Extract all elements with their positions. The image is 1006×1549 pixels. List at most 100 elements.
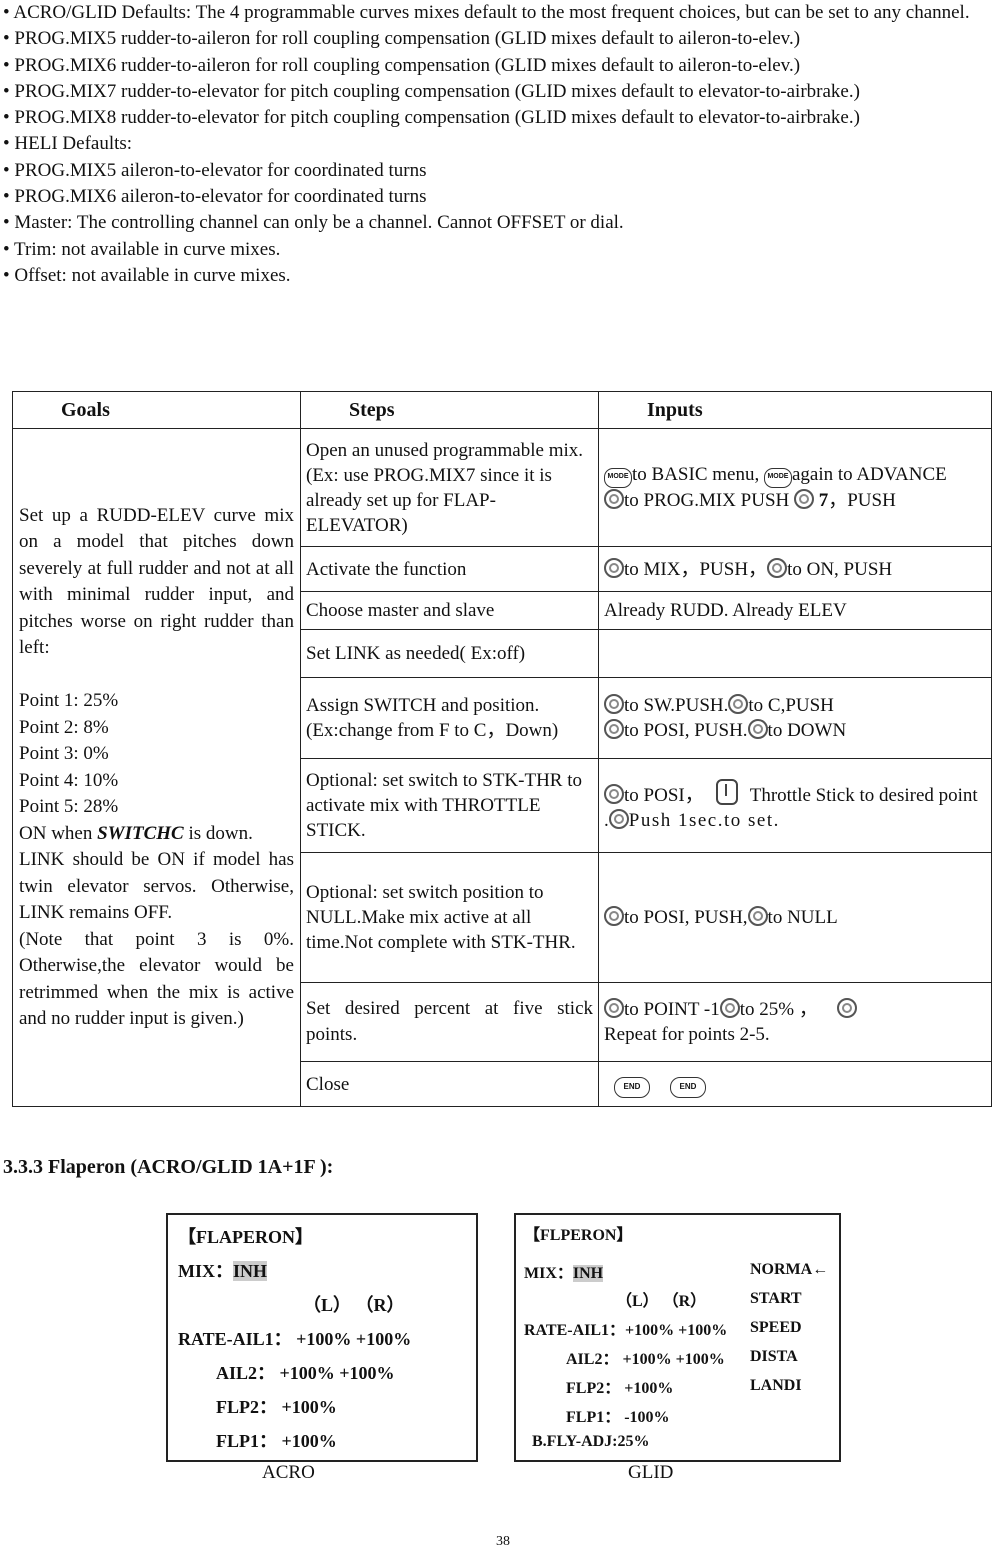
bullet: • Trim: not available in curve mixes. — [3, 238, 281, 260]
bullet: • PROG.MIX7 rudder-to-elevator for pitch… — [3, 80, 860, 102]
dial-push-icon — [836, 998, 857, 1018]
mode-button-icon: MODE — [763, 468, 792, 488]
acro-lcd-screen: 【FLAPERON】 MIX：INH （L） （R） RATE-AIL1： +1… — [166, 1213, 478, 1462]
bullet: • Offset: not available in curve mixes. — [3, 264, 291, 286]
bullet: • PROG.MIX6 aileron-to-elevator for coor… — [3, 186, 427, 208]
lcd-value: INH — [572, 1265, 604, 1282]
end-button-icon: END — [614, 1076, 650, 1098]
goal-intro: Set up a RUDD-ELEV curve mix on a model … — [19, 504, 294, 659]
lcd-row: AIL2： +100% +100% — [216, 1363, 395, 1383]
input-text: ，PUSH — [828, 490, 896, 511]
input-text: again to ADVANCE — [791, 464, 947, 485]
step: Assign SWITCH and position.(Ex:change fr… — [300, 677, 599, 759]
step: Set desired percent at five stick points… — [300, 982, 599, 1062]
point: Point 5: 28% — [19, 796, 119, 817]
header-steps: Steps — [300, 391, 599, 429]
input-text: to POSI, PUSH, — [624, 907, 748, 928]
end-button-icon: END — [670, 1076, 706, 1098]
page-number: 38 — [496, 1534, 510, 1549]
dial-icon — [767, 557, 788, 578]
lcd-row: FLP1： -100% — [566, 1409, 670, 1426]
lcd-row: FLP1： +100% — [216, 1431, 337, 1451]
point: Point 3: 0% — [19, 743, 109, 764]
input-text: to BASIC menu, — [632, 464, 764, 485]
is-down: is down. — [183, 822, 253, 844]
input-text: Repeat for points 2-5. — [604, 1024, 770, 1045]
throttle-stick-icon — [715, 778, 738, 805]
dial-icon — [604, 998, 624, 1018]
input-text: to PROG.MIX PUSH — [624, 490, 794, 511]
input-text: to ON, PUSH — [787, 558, 893, 580]
lcd-mode: DISTA — [750, 1348, 798, 1365]
header-inputs: Inputs — [598, 391, 992, 429]
lcd-mode: NORMA← — [750, 1261, 829, 1278]
dial-icon — [793, 489, 814, 509]
dial-icon — [604, 489, 624, 509]
on-when: ON when — [19, 822, 98, 844]
input-text: to 25% ， — [739, 999, 818, 1020]
lcd-lr: （L） （R） — [616, 1293, 707, 1310]
input: to POSI, PUSH, to NULL — [598, 852, 992, 983]
glid-caption: GLID — [628, 1462, 674, 1483]
lcd-mode: START — [750, 1290, 802, 1307]
lcd-label: MIX： — [178, 1261, 233, 1281]
step: Set LINK as needed( Ex:off) — [300, 629, 599, 678]
point3-note: (Note that point 3 is 0%. Otherwise,the … — [19, 928, 294, 1030]
dial-icon — [604, 906, 624, 926]
point: Point 1: 25% — [19, 690, 119, 711]
dial-icon — [604, 694, 624, 714]
input: to POINT -1 to 25% ， Repeat for points 2-… — [598, 982, 992, 1062]
document-page: • ACRO/GLID Defaults: The 4 programmable… — [0, 0, 1006, 1549]
lcd-title: 【FLPERON】 — [524, 1227, 633, 1244]
lcd-row: FLP2： +100% — [566, 1380, 674, 1397]
dial-icon — [747, 906, 768, 926]
bullet: • PROG.MIX5 aileron-to-elevator for coor… — [3, 159, 427, 181]
bullet: • HELI Defaults: — [3, 133, 133, 155]
input-text: Push 1sec.to set. — [628, 809, 780, 831]
lcd-row: FLP2： +100% — [216, 1397, 337, 1417]
bullet: • PROG.MIX5 rudder-to-aileron for roll c… — [3, 28, 801, 50]
dial-icon — [719, 998, 740, 1018]
step: Open an unused programmable mix.(Ex: use… — [300, 428, 599, 547]
input-text: to NULL — [767, 907, 838, 928]
input: to SW.PUSH. to C,PUSH to POSI, PUSH. to DOW… — [598, 677, 992, 759]
input-text: 7 — [813, 490, 829, 511]
input: MODE to BASIC menu, MODE again to ADVANCE … — [598, 428, 992, 547]
dial-icon — [747, 719, 768, 739]
input: Already RUDD. Already ELEV — [598, 591, 992, 630]
input-text: to DOWN — [767, 720, 847, 741]
lcd-value: INH — [233, 1261, 268, 1281]
dial-icon — [728, 694, 749, 714]
dial-push-icon — [608, 808, 629, 829]
input-text: to MIX，PUSH， — [624, 558, 768, 580]
section-title: 3.3.3 Flaperon (ACRO/GLID 1A+1F ): — [3, 1156, 334, 1178]
bullet: • ACRO/GLID Defaults: The 4 programmable… — [3, 2, 970, 23]
lcd-row: RATE-AIL1：+100% +100% — [524, 1322, 728, 1339]
step: Activate the function — [300, 546, 599, 592]
bullet-list: • ACRO/GLID Defaults: The 4 programmable… — [3, 0, 1002, 289]
input-text: to POINT -1 — [624, 999, 720, 1020]
steps-table: Goals Steps Inputs Set up a RUDD-ELEV cu… — [12, 391, 992, 1107]
point: Point 2: 8% — [19, 716, 109, 738]
input: to POSI， Throttle Stick to desired point … — [598, 758, 992, 853]
lcd-label: MIX： — [524, 1265, 573, 1282]
step: Optional: set switch position to NULL.Ma… — [300, 852, 599, 983]
input: to MIX，PUSH， to ON, PUSH — [598, 546, 992, 592]
input — [598, 629, 992, 678]
lcd-row: RATE-AIL1： +100% +100% — [178, 1329, 412, 1349]
dial-icon — [604, 783, 624, 804]
point: Point 4: 10% — [19, 769, 119, 791]
input-text: to POSI， — [624, 784, 704, 806]
mode-button-icon: MODE — [604, 468, 632, 488]
lcd-mode: LANDI — [750, 1377, 802, 1394]
lcd-mode: SPEED — [750, 1319, 802, 1336]
bullet: • PROG.MIX6 rudder-to-aileron for roll c… — [3, 54, 801, 76]
lcd-row: B.FLY-ADJ:25% — [532, 1433, 650, 1450]
lcd-row: AIL2： +100% +100% — [566, 1351, 725, 1368]
bullet: • Master: The controlling channel can on… — [3, 212, 624, 234]
header-goals: Goals — [12, 391, 301, 429]
step: Choose master and slave — [300, 591, 599, 630]
dial-icon — [604, 557, 624, 578]
input-text: to C,PUSH — [748, 695, 834, 716]
dial-icon — [604, 719, 624, 739]
